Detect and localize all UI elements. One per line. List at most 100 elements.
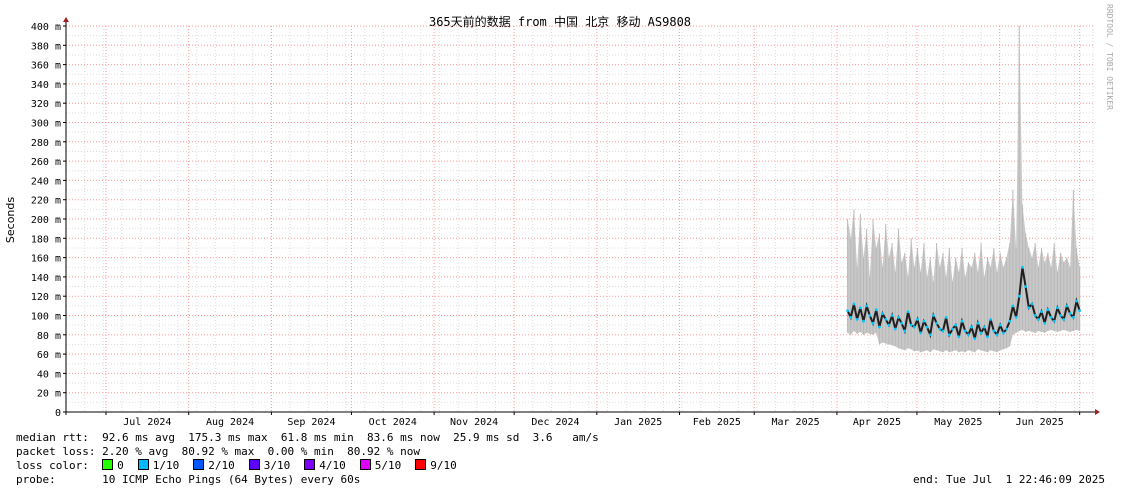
y-tick-label: 200 m [31,215,61,226]
y-tick-label: 220 m [31,196,61,207]
loss-color-item: 0 [102,459,124,472]
loss-color-text: 0 [117,459,124,472]
y-tick-label: 180 m [31,234,61,245]
median-point [970,325,973,329]
median-point [954,323,958,327]
y-tick-label: 260 m [31,157,61,168]
y-tick-label: 100 m [31,312,61,323]
y-axis-label: Seconds [4,197,17,243]
y-tick-label: 140 m [31,273,61,284]
median-point [1030,302,1034,306]
y-tick-label: 120 m [31,292,61,303]
loss-color-swatch [415,459,427,470]
y-tick-label: 160 m [31,254,61,265]
median-point [1046,308,1050,312]
median-point [941,329,945,333]
median-point [989,317,993,321]
loss-color-text: 3/10 [263,459,291,472]
median-point [877,325,881,329]
median-point [909,323,913,327]
loss-color-text: 4/10 [319,459,346,472]
median-point [1027,306,1031,310]
chart-title: 365天前的数据 from 中国 北京 移动 AS9808 [429,14,691,29]
median-point [1021,265,1024,269]
median-point [881,312,884,315]
median-point [960,319,964,323]
median-point [973,337,977,341]
loss-color-item: 1/10 [137,459,180,472]
median-point [1078,309,1082,313]
median-point [912,325,916,329]
median-point [855,317,859,321]
y-tick-label: 80 m [37,331,61,342]
median-point [928,333,932,337]
median-point [1049,316,1053,319]
loss-color-swatch [359,459,371,470]
median-point [906,310,910,314]
median-rtt-values: 92.6 ms avg 175.3 ms max 61.8 ms min 83.… [102,431,599,444]
loss-color-text: 2/10 [208,459,235,472]
median-point [1008,319,1012,323]
median-point [998,323,1002,327]
median-point [976,321,980,325]
median-point [900,321,904,325]
median-point [884,317,888,321]
median-point [925,325,929,329]
x-tick-label: Mar 2025 [771,417,819,428]
median-point [846,309,849,313]
median-point [1005,327,1008,331]
y-tick-label: 400 m [31,22,61,33]
loss-color-swatch [193,459,205,470]
x-tick-label: Aug 2024 [206,417,254,428]
x-tick-label: Feb 2025 [693,417,741,428]
median-point [887,323,891,327]
median-point [1071,316,1075,319]
median-point [919,331,923,335]
y-tick-label: 320 m [31,99,61,110]
median-point [992,329,996,333]
loss-color-text: 5/10 [374,459,402,472]
loss-color-legend: loss color: 0 1/10 2/10 3/10 4/10 5/10 9/10 [16,459,471,473]
median-point [1068,312,1072,315]
median-point [1062,317,1066,321]
median-point [871,321,875,325]
median-point [986,335,989,339]
loss-color-item: 2/10 [193,459,235,472]
median-point [1052,319,1056,323]
x-axis-arrow [1095,409,1100,415]
median-point [897,316,900,319]
x-tick-label: Jul 2024 [123,417,171,428]
x-tick-label: Apr 2025 [853,417,901,428]
y-tick-label: 40 m [37,369,61,380]
loss-color-text: 9/10 [430,459,457,472]
median-point [966,333,970,337]
loss-color-item: 9/10 [415,459,457,472]
median-point [947,333,951,337]
median-point [916,317,919,321]
median-point [1043,321,1047,325]
loss-color-label: loss color: [16,459,89,472]
probe-label: probe: [16,473,56,486]
y-tick-label: 340 m [31,80,61,91]
median-point [1075,299,1078,303]
median-point [938,327,942,331]
median-point [957,335,961,339]
median-point [922,319,926,323]
median-point [1024,285,1028,288]
loss-color-text: 1/10 [152,459,180,472]
median-point [874,308,878,312]
x-tick-label: Sep 2024 [287,417,335,428]
y-tick-label: 60 m [37,350,61,361]
y-axis-arrow [63,17,69,22]
y-tick-label: 280 m [31,138,61,149]
loss-color-item: 4/10 [304,459,346,472]
median-point [1040,310,1043,314]
median-point [858,306,862,310]
median-point [865,304,869,308]
packet-loss-label: packet loss: [16,445,96,458]
x-tick-label: Nov 2024 [450,417,498,428]
median-point [1033,314,1037,317]
median-point [868,314,872,317]
packet-loss-values: 2.20 % avg 80.92 % max 0.00 % min 80.92 … [102,445,420,458]
median-point [890,314,894,317]
